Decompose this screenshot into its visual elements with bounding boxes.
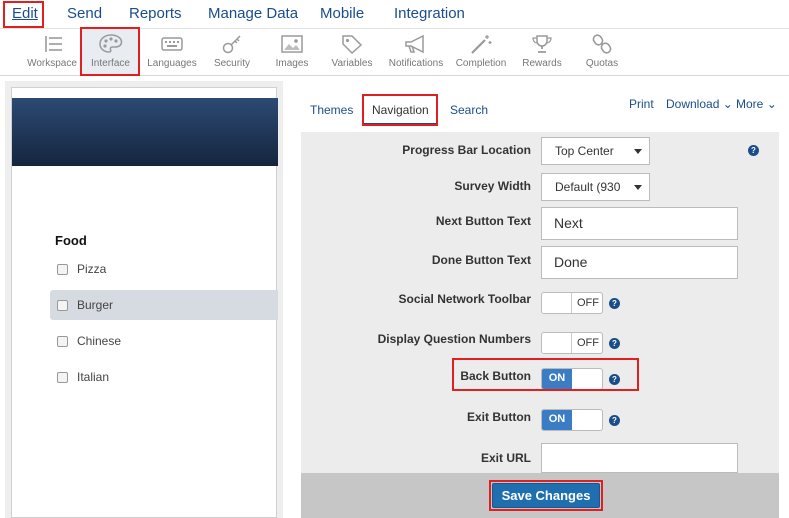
tab-themes[interactable]: Themes — [310, 103, 353, 117]
download-label: Download — [666, 97, 720, 111]
exit-url-field[interactable] — [541, 443, 738, 473]
tag-icon — [342, 35, 363, 55]
tool-completion[interactable]: Completion — [451, 29, 511, 75]
survey-preview: Food Pizza Burger Chinese Italian — [11, 87, 278, 518]
tool-notifications[interactable]: Notifications — [384, 29, 448, 75]
exit-button-toggle[interactable]: ON — [541, 409, 603, 431]
tool-workspace-label: Workspace — [27, 58, 77, 69]
menu-mobile[interactable]: Mobile — [320, 5, 364, 22]
highlight-edit — [3, 1, 44, 28]
tool-languages[interactable]: Languages — [144, 29, 200, 75]
top-menu: Edit Send Reports Manage Data Mobile Int… — [0, 0, 789, 28]
chevron-down-icon: ⌄ — [766, 97, 777, 111]
option-label: Italian — [77, 370, 110, 384]
menu-send[interactable]: Send — [67, 5, 102, 22]
highlight-save-changes — [489, 480, 603, 511]
tool-rewards-label: Rewards — [522, 58, 562, 69]
chevron-down-icon: ⌄ — [722, 97, 733, 111]
tool-languages-label: Languages — [147, 58, 197, 69]
preview-option-burger[interactable]: Burger — [50, 290, 278, 320]
preview-header-banner — [12, 98, 278, 166]
survey-width-label: Survey Width — [454, 179, 531, 193]
survey-width-value: Default (930 — [555, 180, 621, 194]
next-button-text-label: Next Button Text — [435, 214, 531, 228]
checkbox[interactable] — [57, 263, 68, 275]
exit-url-label: Exit URL — [480, 451, 531, 465]
highlight-back-button — [452, 358, 639, 391]
tool-workspace[interactable]: Workspace — [24, 29, 80, 75]
settings-footer: Save Changes — [301, 473, 779, 518]
preview-option-pizza[interactable]: Pizza — [50, 254, 278, 284]
settings-panel: Themes Navigation Search Print Download … — [284, 87, 789, 518]
progress-bar-location-select[interactable]: Top Center — [541, 137, 650, 165]
tool-variables[interactable]: Variables — [326, 29, 378, 75]
done-button-text-label: Done Button Text — [431, 253, 531, 267]
menu-manage-data[interactable]: Manage Data — [208, 5, 298, 22]
tool-security-label: Security — [213, 58, 251, 69]
option-label: Burger — [77, 298, 114, 312]
tool-completion-label: Completion — [455, 58, 507, 69]
print-link[interactable]: Print — [629, 97, 654, 111]
exit-button-label: Exit Button — [467, 410, 531, 424]
next-button-text-field[interactable]: Next — [541, 207, 738, 240]
display-question-numbers-toggle[interactable]: OFF — [541, 332, 603, 354]
highlight-navigation — [362, 94, 438, 126]
tool-variables-label: Variables — [331, 58, 373, 69]
megaphone-icon — [405, 34, 424, 54]
menu-integration[interactable]: Integration — [394, 5, 465, 22]
checkbox[interactable] — [57, 335, 68, 347]
social-network-toolbar-label: Social Network Toolbar — [398, 292, 531, 306]
highlight-interface — [80, 27, 140, 76]
preview-question-title: Food — [55, 233, 87, 248]
caret-down-icon — [634, 149, 642, 154]
navigation-settings-form: Progress Bar Location Top Center ? Surve… — [301, 132, 779, 473]
progress-bar-location-label: Progress Bar Location — [402, 143, 531, 157]
toggle-knob — [542, 333, 572, 353]
tool-security[interactable]: Security — [206, 29, 258, 75]
social-network-toolbar-toggle[interactable]: OFF — [541, 292, 603, 314]
checkbox[interactable] — [57, 299, 68, 311]
checkbox[interactable] — [57, 371, 68, 383]
done-button-text-field[interactable]: Done — [541, 246, 738, 279]
menu-reports[interactable]: Reports — [129, 5, 182, 22]
image-icon — [281, 35, 303, 53]
list-icon — [45, 36, 62, 52]
toggle-state: ON — [542, 410, 572, 430]
survey-width-select[interactable]: Default (930 — [541, 173, 650, 201]
help-icon[interactable]: ? — [748, 145, 759, 156]
preview-option-chinese[interactable]: Chinese — [50, 326, 278, 356]
toggle-state: OFF — [577, 297, 599, 309]
caret-down-icon — [634, 185, 642, 190]
display-question-numbers-label: Display Question Numbers — [377, 332, 531, 346]
tool-rewards[interactable]: Rewards — [516, 29, 568, 75]
help-icon[interactable]: ? — [609, 338, 620, 349]
toggle-state: OFF — [577, 337, 599, 349]
link-icon — [592, 34, 612, 54]
trophy-icon — [532, 35, 552, 53]
more-label: More — [736, 97, 764, 111]
tool-notifications-label: Notifications — [388, 58, 444, 69]
option-label: Chinese — [77, 334, 122, 348]
progress-bar-location-value: Top Center — [555, 144, 614, 158]
download-menu[interactable]: Download ⌄ — [666, 97, 733, 111]
more-menu[interactable]: More ⌄ — [736, 97, 777, 111]
preview-option-italian[interactable]: Italian — [50, 362, 278, 392]
help-icon[interactable]: ? — [609, 298, 620, 309]
keyboard-icon — [161, 37, 183, 51]
help-icon[interactable]: ? — [609, 415, 620, 426]
tool-images-label: Images — [275, 58, 309, 69]
key-icon — [222, 35, 241, 54]
tab-search[interactable]: Search — [450, 103, 488, 117]
toggle-knob — [542, 293, 572, 313]
option-label: Pizza — [77, 262, 107, 276]
magic-wand-icon — [471, 35, 492, 54]
tool-quotas-label: Quotas — [585, 58, 619, 69]
tool-images[interactable]: Images — [266, 29, 318, 75]
tool-quotas[interactable]: Quotas — [576, 29, 628, 75]
